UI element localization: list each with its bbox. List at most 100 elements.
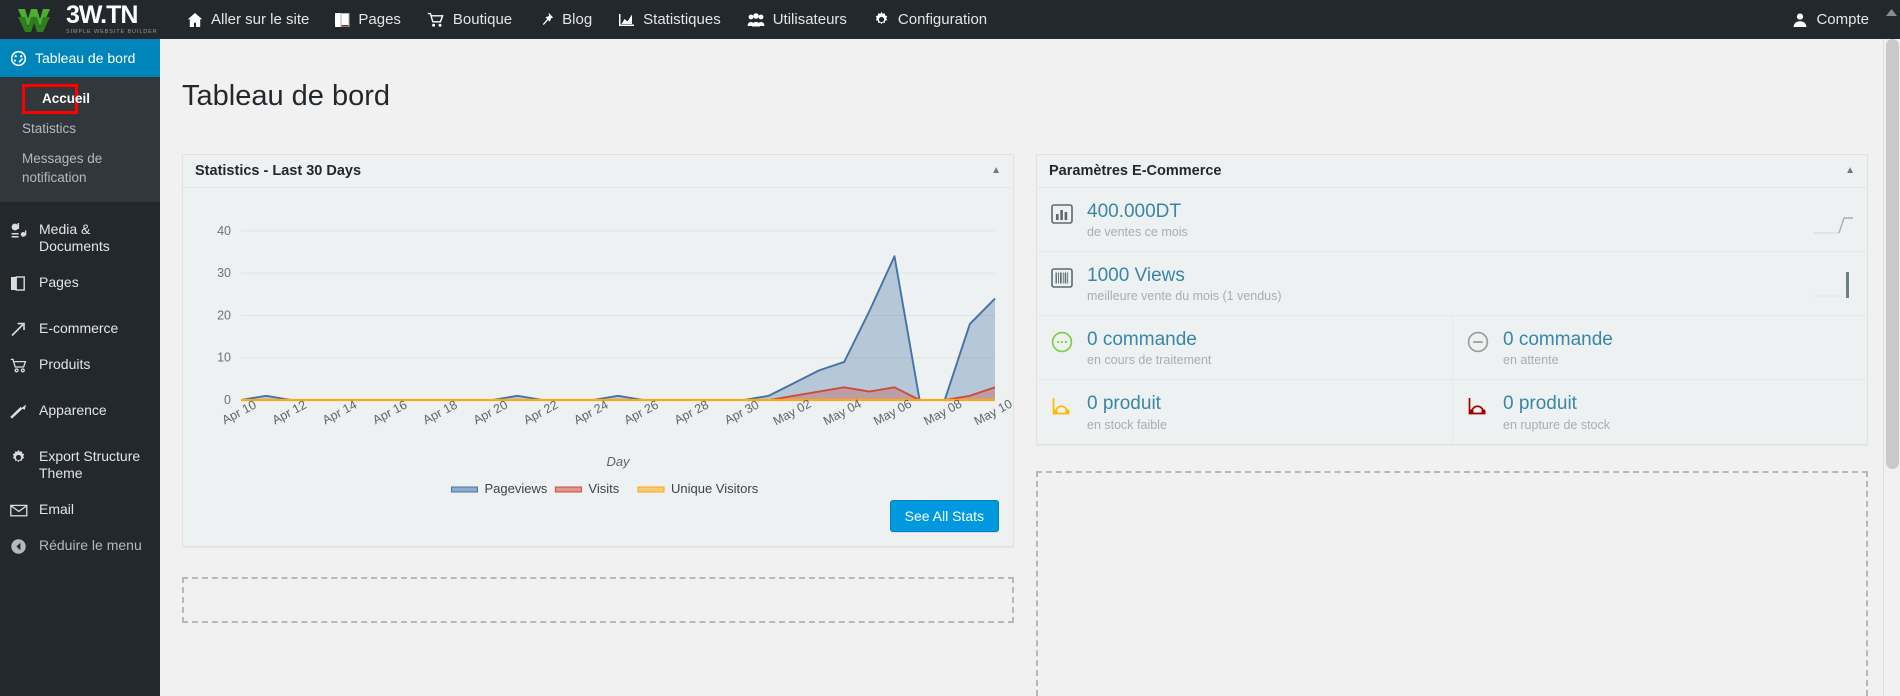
svg-text:Apr 20: Apr 20 — [471, 397, 510, 427]
admin-bar-menu: Aller sur le site Pages Boutique Blog St… — [174, 0, 1000, 39]
sidebar-item-apparence[interactable]: Apparence — [0, 393, 160, 429]
envelope-icon — [10, 501, 32, 519]
media-icon — [10, 221, 32, 239]
gear-icon — [10, 448, 32, 466]
ecommerce-cell-out-of-stock: 0 produit en rupture de stock — [1452, 380, 1867, 444]
sidebar-item-label: Réduire le menu — [39, 536, 142, 553]
adminbar-item-configuration[interactable]: Configuration — [860, 0, 1000, 39]
svg-text:Day: Day — [606, 454, 631, 469]
svg-text:40: 40 — [217, 223, 231, 237]
barcode-icon — [1051, 265, 1079, 294]
brand-logo[interactable]: 3W.TN SIMPLE WEBSITE BUILDER — [0, 0, 160, 39]
circle-dots-icon — [1051, 329, 1079, 358]
ecommerce-cell-text: 0 produit en stock faible — [1079, 393, 1167, 431]
sidebar-subitem-label: Messages de notification — [22, 151, 103, 185]
sidebar: Tableau de bord Accueil Statistics Messa… — [0, 39, 168, 696]
adminbar-item-blog[interactable]: Blog — [525, 0, 605, 39]
sidebar-item-label: Media & Documents — [39, 220, 110, 255]
chevron-up-icon[interactable]: ▲ — [991, 165, 1001, 176]
ecommerce-cell-value[interactable]: 0 produit — [1503, 393, 1610, 414]
collapse-icon — [10, 537, 32, 555]
adminbar-item-label: Boutique — [452, 11, 513, 28]
sidebar-subitem-accueil[interactable]: Accueil — [22, 84, 90, 115]
statistics-panel-footer: See All Stats — [183, 498, 1013, 546]
ecommerce-cell-value[interactable]: 0 commande — [1087, 329, 1211, 350]
ecommerce-cell-sub: de ventes ce mois — [1087, 224, 1188, 239]
ecommerce-row: 0 produit en stock faible 0 produit en r… — [1037, 380, 1867, 444]
svg-text:Apr 16: Apr 16 — [370, 397, 409, 427]
ecommerce-row: 1000 Views meilleure vente du mois (1 ve… — [1037, 252, 1867, 317]
statistics-chart-svg: 010203040Apr 10 Apr 12 Apr 14 Apr 16 Apr 18 A… — [217, 213, 1013, 496]
sidebar-item-label: Apparence — [39, 401, 107, 418]
ecommerce-cell-text: 0 commande en cours de traitement — [1079, 329, 1211, 367]
admin-bar: 3W.TN SIMPLE WEBSITE BUILDER Aller sur l… — [0, 0, 1900, 39]
sidebar-item-export-structure-theme[interactable]: Export Structure Theme — [0, 439, 160, 492]
svg-text:Visits: Visits — [588, 481, 619, 496]
statistics-panel-body: 0 10 20 30 40 Apr 10 Apr 12 Apr 14 Apr 16 Apr 18 A… — [183, 188, 1013, 546]
chevron-up-icon[interactable]: ▲ — [1845, 165, 1855, 176]
sidebar-item-e-commerce[interactable]: E-commerce — [0, 311, 160, 347]
brand-text: 3W.TN SIMPLE WEBSITE BUILDER — [66, 3, 158, 36]
vertical-scrollbar[interactable] — [1883, 39, 1900, 696]
dashboard-column-right: Paramètres E-Commerce ▲ 400.000DT de ven… — [1036, 153, 1868, 696]
sidebar-item-email[interactable]: Email — [0, 492, 160, 528]
sidebar-subitem-statistics[interactable]: Statistics — [0, 114, 160, 144]
see-all-stats-button[interactable]: See All Stats — [889, 499, 999, 532]
svg-text:Apr 12: Apr 12 — [270, 397, 309, 427]
adminbar-item-label: Aller sur le site — [211, 11, 310, 28]
ecommerce-cell-text: 400.000DT de ventes ce mois — [1079, 201, 1188, 239]
brush-icon — [10, 402, 32, 420]
circle-minus-icon — [1467, 329, 1495, 358]
brand-tagline: SIMPLE WEBSITE BUILDER — [66, 29, 158, 36]
cart-icon — [427, 12, 445, 28]
svg-text:Apr 22: Apr 22 — [521, 397, 560, 427]
page-title: Tableau de bord — [182, 80, 390, 113]
ecommerce-cell-text: 0 produit en rupture de stock — [1495, 393, 1610, 431]
statistics-chart[interactable]: 0 10 20 30 40 Apr 10 Apr 12 Apr 14 Apr 16 Apr 18 A… — [183, 188, 1013, 498]
adminbar-item-compte[interactable]: Compte — [1779, 0, 1882, 39]
bar-chart-icon — [1051, 201, 1079, 230]
svg-text:10: 10 — [217, 350, 231, 364]
ecommerce-row: 400.000DT de ventes ce mois — [1037, 188, 1867, 252]
placeholder-box-left — [182, 576, 1014, 623]
adminbar-item-boutique[interactable]: Boutique — [414, 0, 525, 39]
svg-text:Apr 24: Apr 24 — [571, 397, 610, 427]
sparkline-views — [1813, 272, 1853, 303]
ecommerce-cell-text: 0 commande en attente — [1495, 329, 1613, 367]
ecommerce-cell-value[interactable]: 1000 Views — [1087, 265, 1282, 286]
sidebar-subitem-messages-de-notification[interactable]: Messages de notification — [0, 144, 160, 192]
adminbar-item-utilisateurs[interactable]: Utilisateurs — [734, 0, 860, 39]
out-of-stock-icon — [1467, 393, 1495, 422]
scrollbar-thumb[interactable] — [1886, 39, 1899, 469]
admin-bar-right: Compte — [1779, 0, 1900, 39]
ecommerce-cell-sub: meilleure vente du mois (1 vendus) — [1087, 289, 1282, 304]
adminbar-item-statistiques[interactable]: Statistiques — [605, 0, 734, 39]
sidebar-item-label: E-commerce — [39, 319, 119, 336]
sidebar-item-label: Export Structure Theme — [39, 447, 141, 482]
ecommerce-panel: Paramètres E-Commerce ▲ 400.000DT de ven… — [1036, 153, 1868, 445]
svg-text:Apr 30: Apr 30 — [722, 397, 761, 427]
sidebar-item-produits[interactable]: Produits — [0, 347, 160, 383]
main-content: Tableau de bord Statistics - Last 30 Day… — [160, 39, 1900, 696]
sidebar-separator — [0, 383, 160, 393]
adminbar-item-aller-sur-le-site[interactable]: Aller sur le site — [174, 0, 322, 39]
dashboard-icon — [10, 50, 27, 67]
ecommerce-cell-value[interactable]: 0 produit — [1087, 393, 1167, 414]
scroll-up-arrow-icon[interactable] — [1885, 6, 1898, 19]
ecommerce-cell-value[interactable]: 400.000DT — [1087, 201, 1188, 222]
ecommerce-cell-sub: en stock faible — [1087, 417, 1167, 432]
svg-text:Apr 18: Apr 18 — [421, 397, 460, 427]
adminbar-item-pages[interactable]: Pages — [322, 0, 414, 39]
ecommerce-cell-sub: en attente — [1503, 353, 1559, 368]
sidebar-item-tableau-de-bord[interactable]: Tableau de bord — [0, 39, 168, 77]
placeholder-box-right — [1036, 470, 1868, 696]
gear-icon — [873, 11, 890, 28]
ecommerce-cell-sub: en cours de traitement — [1087, 353, 1212, 368]
ecommerce-panel-title: Paramètres E-Commerce — [1049, 162, 1222, 179]
svg-text:Apr 28: Apr 28 — [672, 397, 711, 427]
ecommerce-cell-value[interactable]: 0 commande — [1503, 329, 1613, 350]
sidebar-item-media-documents[interactable]: Media & Documents — [0, 212, 160, 265]
sidebar-item-pages[interactable]: Pages — [0, 265, 160, 301]
sidebar-item-reduire-le-menu[interactable]: Réduire le menu — [0, 528, 160, 564]
ecommerce-panel-body: 400.000DT de ventes ce mois 1000 Views m… — [1037, 188, 1867, 444]
